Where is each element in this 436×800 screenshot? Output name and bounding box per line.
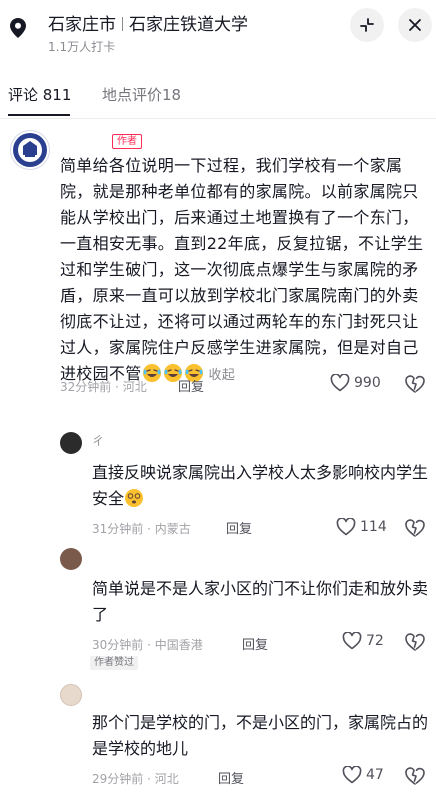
author-liked-badge: 作者赞过 — [90, 656, 138, 670]
reply-meta: 29分钟前 · 河北 — [92, 772, 179, 786]
heart-icon — [342, 632, 362, 650]
author-avatar[interactable] — [10, 130, 50, 170]
comment-region: 河北 — [122, 380, 147, 394]
comment-body: 简单给各位说明一下过程，我们学校有一个家属院，就是那种老单位都有的家属院。以前家… — [60, 156, 424, 383]
dislike-icon[interactable] — [404, 632, 426, 652]
tab-divider — [0, 118, 436, 119]
reply-region: 中国香港 — [154, 638, 203, 652]
reply-text: 直接反映说家属院出入学校人太多影响校内学生安全 — [92, 460, 432, 512]
reply-button[interactable]: 回复 — [226, 518, 252, 537]
location-pin-icon — [10, 18, 26, 38]
location-header: 石家庄市 石家庄铁道大学 1.1万人打卡 — [0, 0, 436, 62]
checkin-count: 1.1万人打卡 — [48, 40, 116, 54]
heart-icon — [342, 766, 362, 784]
close-icon — [409, 19, 421, 31]
like-button[interactable]: 114 — [336, 518, 387, 536]
tab-place-reviews[interactable]: 地点评价18 — [102, 84, 181, 105]
collapse-button[interactable] — [350, 8, 384, 42]
heart-icon — [336, 518, 356, 536]
reply-time: 31分钟前 — [92, 522, 144, 536]
reply-time: 29分钟前 — [92, 772, 144, 786]
reply-meta: 31分钟前 · 内蒙古 — [92, 522, 191, 536]
comment-time: 32分钟前 — [60, 380, 112, 394]
dislike-icon[interactable] — [404, 766, 426, 786]
title-separator — [122, 17, 123, 31]
reply-text: 那个门是学校的门，不是小区的门，家属院占的是学校的地儿 — [92, 713, 429, 758]
close-button[interactable] — [398, 8, 432, 42]
dislike-icon[interactable] — [404, 374, 426, 394]
like-button[interactable]: 990 — [330, 374, 381, 392]
university-emblem-icon — [13, 133, 47, 167]
reply-button[interactable]: 回复 — [218, 768, 244, 787]
reply-avatar[interactable] — [60, 548, 82, 570]
reply-time: 30分钟前 — [92, 638, 144, 652]
tab-bar: 评论 811 地点评价18 — [0, 78, 436, 118]
like-count: 990 — [354, 375, 381, 391]
reply-region: 内蒙古 — [154, 522, 191, 536]
reply-meta: 30分钟前 · 中国香港 — [92, 638, 203, 652]
heart-icon — [330, 374, 350, 392]
dislike-icon[interactable] — [404, 518, 426, 538]
reply-button[interactable]: 回复 — [242, 634, 268, 653]
like-count: 47 — [366, 767, 384, 783]
dizzy-emoji-icon — [125, 489, 144, 507]
location-title[interactable]: 石家庄市 石家庄铁道大学 — [48, 10, 248, 35]
tab-comments[interactable]: 评论 811 — [8, 84, 71, 105]
reply-text: 简单说是不是人家小区的门不让你们走和放外卖了 — [92, 579, 429, 624]
collapse-icon — [360, 18, 374, 32]
reply-avatar[interactable] — [60, 684, 82, 706]
author-tag: 作者 — [112, 134, 142, 149]
reply-button[interactable]: 回复 — [178, 376, 204, 395]
like-button[interactable]: 47 — [342, 766, 384, 784]
place-name: 石家庄铁道大学 — [129, 15, 248, 35]
reply-avatar[interactable] — [60, 432, 82, 454]
city-name: 石家庄市 — [48, 15, 116, 35]
reply-region: 河北 — [154, 772, 179, 786]
reply-username[interactable]: ㄔ — [92, 432, 104, 449]
like-count: 72 — [366, 633, 384, 649]
active-tab-indicator — [8, 114, 70, 116]
like-button[interactable]: 72 — [342, 632, 384, 650]
collapse-text-link[interactable]: 收起 — [209, 368, 236, 383]
like-count: 114 — [360, 519, 387, 535]
comment-meta: 32分钟前 · 河北 — [60, 380, 147, 394]
comment-text: 简单给各位说明一下过程，我们学校有一个家属院，就是那种老单位都有的家属院。以前家… — [60, 153, 430, 389]
